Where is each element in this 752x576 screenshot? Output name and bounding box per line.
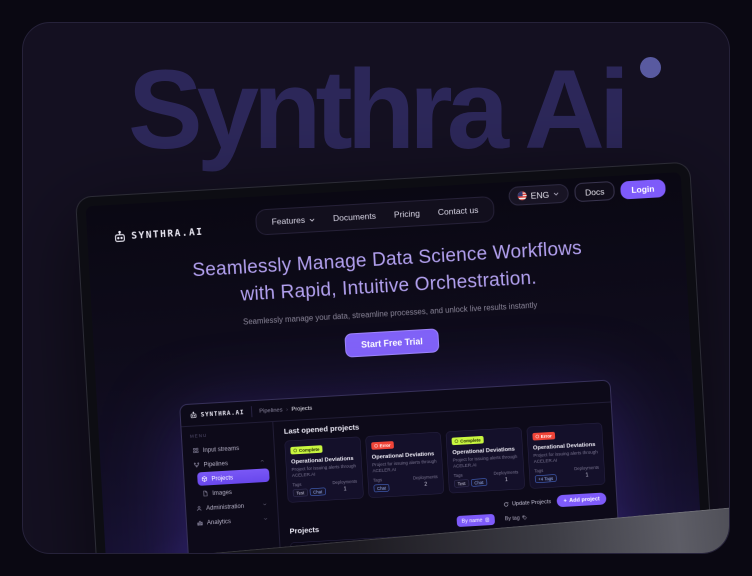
background-brand-title: Synthra Ai [128,47,630,172]
breadcrumb: Pipelines › Projects [259,405,312,414]
site-logo-text: SYNTHRA.AI [131,226,204,242]
laptop-mockup: SYNTHRA.AI Features Documents Pricing Co… [75,161,716,553]
login-button[interactable]: Login [619,178,666,200]
tag-pill: Chat [309,487,326,497]
person-icon [196,505,202,511]
docs-button[interactable]: Docs [574,180,615,203]
status-icon [454,439,459,444]
file-icon [202,490,208,497]
breadcrumb-pipelines[interactable]: Pipelines [259,407,283,414]
sidebar-item-label: Input streams [202,444,240,454]
pipeline-icon [193,462,200,468]
status-icon [373,443,378,448]
grid-icon [193,447,199,453]
project-card-desc: Project for issuing alerts through ACELE… [452,453,518,469]
breadcrumb-projects: Projects [291,405,313,413]
add-project-button[interactable]: + Add project [556,492,607,508]
sidebar-item-label: Projects [211,473,234,482]
usa-flag-icon [517,191,527,201]
nav-item-contact[interactable]: Contact us [429,201,486,220]
deployments-count: 1 [504,477,508,483]
tag-pill: Test [292,488,308,498]
tag-pill: Test [453,479,470,488]
deployments-label: Deployments [332,478,358,486]
nav-label: Features [271,214,306,227]
robot-logo-icon [190,411,198,419]
dashboard-logo-text: SYNTHRA.AI [200,408,245,419]
deployments-label: Deployments [574,464,600,472]
sidebar-item-label: Administration [205,502,245,512]
tags-label: Tags [372,477,383,483]
nav-item-documents[interactable]: Documents [325,207,385,226]
bar-chart-icon [197,519,203,526]
sidebar-item-label: Images [212,488,233,497]
divider [250,406,253,418]
nav-item-features[interactable]: Features [263,211,323,230]
refresh-icon [503,501,509,507]
sidebar-item-label: Pipelines [203,459,229,468]
plus-icon: + [563,497,567,505]
tags-label: Tags [453,472,463,479]
deployments-label: Deployments [412,474,438,481]
cube-icon [201,475,208,482]
top-controls: ENG Docs Login [508,178,666,207]
tags-label: Tags [534,468,544,474]
project-card-desc: Project for issuing alerts through ACELE… [533,449,598,464]
robot-logo-icon [113,230,127,244]
deployments-count: 2 [424,481,428,488]
breadcrumb-separator: › [285,406,289,413]
update-projects-button[interactable]: Update Projects [503,499,551,508]
status-badge: Error [532,431,555,441]
project-card[interactable]: Error Operational Deviations Project for… [526,422,606,489]
start-free-trial-button[interactable]: Start Free Trial [344,328,440,358]
sidebar-menu-label: MENU [189,432,208,439]
deployments-count: 1 [585,472,589,479]
status-icon [293,448,298,453]
sort-by-name-button[interactable]: By name [456,514,496,528]
tag-pill: Chat [470,478,488,487]
status-badge: Complete [290,445,323,455]
tag-icon [522,515,527,521]
hero-section: Seamlessly Manage Data Science Workflows… [89,230,690,372]
main-nav: Features Documents Pricing Contact us [254,195,496,236]
project-card[interactable]: Error Operational Deviations Project for… [365,431,445,499]
chevron-down-icon [263,516,268,521]
dashboard-logo: SYNTHRA.AI [190,408,245,419]
page: { "colors": { "accent": "#7e5bfa", "lave… [0,0,752,576]
sort-by-tag-button[interactable]: By tag [500,512,533,525]
tag-pill: Chat [373,484,390,493]
status-badge: Complete [451,435,484,446]
chevron-up-icon [260,459,265,464]
deployments-count: 1 [343,486,347,493]
last-opened-cards: Complete Operational Deviations Project … [284,422,606,503]
document-icon [485,517,490,523]
deployments-label: Deployments [493,469,519,477]
project-card[interactable]: Complete Operational Deviations Project … [445,427,525,494]
title-i-dot [640,57,661,78]
chevron-down-icon [262,502,267,507]
tags-label: Tags [292,482,302,488]
language-label: ENG [530,189,550,201]
status-badge: Error [370,441,394,450]
project-card[interactable]: Complete Operational Deviations Project … [284,436,364,503]
chevron-down-icon [308,216,315,223]
project-card-desc: Project for issuing alerts through ACELE… [372,458,437,474]
project-card-desc: Project for issuing alerts through ACELE… [291,463,357,478]
hero-card: Synthra Ai SYNTHRA.AI Features Documents… [22,22,730,554]
status-icon [535,434,539,439]
nav-item-pricing[interactable]: Pricing [385,205,428,223]
tag-pill: +4 Tags [534,474,557,484]
laptop-bezel: SYNTHRA.AI Features Documents Pricing Co… [75,161,716,553]
site-logo: SYNTHRA.AI [113,226,204,244]
language-selector[interactable]: ENG [508,183,570,207]
sidebar-item-label: Analytics [206,517,232,526]
sidebar: MENU Input streams Pipelines Projects Im… [181,421,284,553]
laptop-display: SYNTHRA.AI Features Documents Pricing Co… [85,172,706,553]
chevron-down-icon [553,190,560,197]
projects-heading: Projects [289,525,320,536]
